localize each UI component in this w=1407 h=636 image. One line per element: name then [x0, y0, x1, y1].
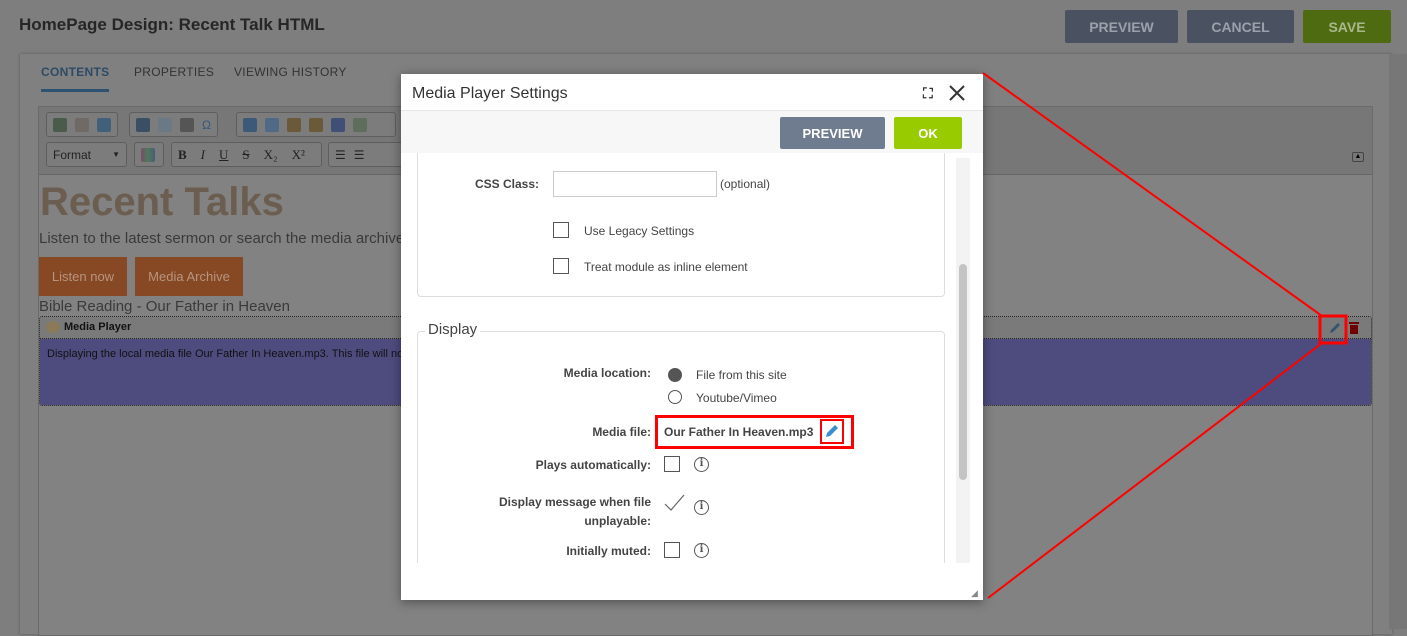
table-icon[interactable] [158, 117, 172, 132]
hr-icon[interactable] [180, 117, 194, 132]
preview-button[interactable]: PREVIEW [1065, 10, 1178, 43]
numbered-list-icon[interactable]: ☰ [335, 148, 346, 162]
plays-automatically-checkbox[interactable] [664, 456, 680, 472]
link-icon[interactable] [53, 117, 67, 132]
save-button[interactable]: SAVE [1303, 10, 1391, 43]
insert-group: Ω [129, 112, 218, 137]
module-title: Media Player [64, 321, 132, 333]
media-file-value: Our Father In Heaven.mp3 [664, 425, 814, 439]
use-legacy-label: Use Legacy Settings [584, 224, 695, 238]
info-icon[interactable]: i [694, 500, 709, 515]
chevron-down-icon: ▼ [112, 150, 120, 159]
italic-icon[interactable]: I [201, 147, 205, 163]
unlink-icon[interactable] [75, 117, 89, 132]
bold-icon[interactable]: B [178, 147, 187, 163]
ok-button[interactable]: OK [894, 117, 962, 149]
undo-icon[interactable] [353, 117, 367, 132]
anchor-icon[interactable] [97, 117, 111, 132]
tab-properties[interactable]: PROPERTIES [134, 65, 214, 79]
close-icon[interactable] [949, 85, 965, 101]
image-icon[interactable] [136, 117, 150, 132]
initially-muted-checkbox[interactable] [664, 542, 680, 558]
radio-file-from-site[interactable] [668, 368, 682, 382]
media-location-label: Media location: [563, 366, 651, 380]
paste-text-icon[interactable] [309, 117, 323, 132]
page-title: HomePage Design: Recent Talk HTML [19, 15, 325, 34]
display-message-checkbox-checked[interactable] [664, 493, 686, 513]
cut-icon[interactable] [243, 117, 257, 132]
edit-pencil-icon [826, 425, 838, 437]
paste-icon[interactable] [287, 117, 301, 132]
underline-icon[interactable]: U [219, 147, 228, 163]
inline-element-label: Treat module as inline element [584, 260, 748, 274]
maximize-icon[interactable]: ⛶ [923, 85, 933, 102]
copy-icon[interactable] [265, 117, 279, 132]
subscript-icon[interactable]: X₂ [264, 147, 278, 163]
display-legend: Display [425, 321, 481, 338]
display-message-label-line1: Display message when file [498, 495, 651, 509]
strike-icon[interactable]: S [242, 147, 249, 163]
css-class-input[interactable] [553, 171, 717, 197]
list-group: ☰ ☰ [328, 142, 408, 167]
edit-pencil-icon[interactable] [1328, 321, 1342, 335]
styles-dropdown[interactable] [134, 142, 164, 167]
resize-handle-icon[interactable]: ◢ [971, 588, 978, 599]
superscript-icon[interactable]: X² [292, 147, 305, 163]
media-archive-button[interactable]: Media Archive [135, 257, 243, 296]
tab-viewing-history[interactable]: VIEWING HISTORY [234, 65, 347, 79]
trash-icon[interactable] [1348, 320, 1360, 335]
color-grid-icon [141, 147, 155, 162]
page-scrollbar[interactable] [1389, 54, 1407, 629]
youtube-vimeo-label: Youtube/Vimeo [696, 391, 777, 405]
media-player-settings-dialog: Media Player Settings ⛶ PREVIEW OK CSS C… [401, 74, 983, 600]
display-message-label-line2: unplayable: [584, 514, 651, 528]
dialog-scroll-area: CSS Class: (optional) Use Legacy Setting… [401, 153, 983, 563]
optional-hint: (optional) [720, 177, 771, 191]
css-class-label: CSS Class: [474, 177, 539, 191]
content-heading: Recent Talks [40, 180, 284, 224]
file-from-site-label: File from this site [696, 368, 787, 382]
link-group [46, 112, 118, 137]
dialog-preview-button[interactable]: PREVIEW [780, 117, 885, 149]
inline-element-checkbox[interactable] [553, 258, 569, 274]
cancel-button[interactable]: CANCEL [1187, 10, 1294, 43]
bullet-list-icon[interactable]: ☰ [354, 148, 365, 162]
initially-muted-label: Initially muted: [566, 544, 651, 558]
text-style-group: B I U S X₂ X² [171, 142, 322, 167]
media-file-label: Media file: [592, 425, 651, 439]
collapse-toolbar-icon[interactable]: ▲ [1352, 152, 1364, 162]
content-subheading: Listen to the latest sermon or search th… [39, 230, 405, 247]
dialog-title: Media Player Settings [401, 74, 983, 111]
special-char-icon[interactable]: Ω [202, 118, 211, 132]
dialog-scrollbar-track[interactable] [956, 158, 970, 563]
bible-reading-title: Bible Reading - Our Father in Heaven [39, 298, 290, 315]
palette-icon [46, 321, 60, 333]
plays-automatically-label: Plays automatically: [535, 458, 651, 472]
radio-youtube-vimeo[interactable] [668, 390, 682, 404]
format-dropdown[interactable]: Format ▼ [46, 142, 127, 167]
paste-word-icon[interactable] [331, 117, 345, 132]
edit-media-file-button[interactable] [820, 419, 844, 444]
display-message-label: Display message when file unplayable: [411, 493, 651, 531]
info-icon[interactable]: i [694, 543, 709, 558]
tab-contents[interactable]: CONTENTS [41, 65, 110, 92]
info-icon[interactable]: i [694, 457, 709, 472]
format-label: Format [53, 147, 92, 162]
dialog-scrollbar-thumb[interactable] [959, 264, 967, 480]
use-legacy-checkbox[interactable] [553, 222, 569, 238]
listen-now-button[interactable]: Listen now [39, 257, 127, 296]
clipboard-group [236, 112, 396, 137]
